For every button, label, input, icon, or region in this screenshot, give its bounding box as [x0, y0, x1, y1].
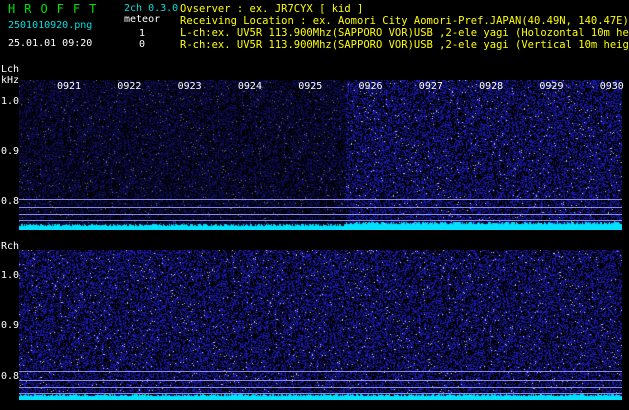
time-tick-0930: 0930 [599, 81, 624, 92]
lch-ref-line-3 [19, 214, 622, 215]
rch-info: R-ch:ex. UV5R 113.900Mhz(SAPPORO VOR)USB… [180, 39, 629, 51]
lch-ytick-0.8: 0.8 [1, 196, 20, 207]
rch-ytick-1.0: 1.0 [1, 270, 20, 281]
meteor-count-lch: 1 [139, 28, 146, 39]
mode-label: 2ch 0.3.0 [124, 3, 179, 14]
filename-label: 2501010920.png [8, 20, 93, 31]
time-tick-0927: 0927 [418, 81, 443, 92]
rch-spectrogram-canvas [19, 250, 622, 400]
time-tick-0929: 0929 [539, 81, 564, 92]
location-info: Receiving Location : ex. Aomori City Aom… [180, 15, 629, 27]
lch-channel-label: Lch [1, 64, 20, 75]
time-tick-0925: 0925 [298, 81, 323, 92]
observer-info: Ovserver : ex. JR7CYX [ kid ] [180, 3, 364, 15]
meteor-count-rch: 0 [139, 39, 146, 50]
rch-spectrogram [19, 250, 622, 400]
rch-ytick-0.8: 0.8 [1, 371, 20, 382]
time-tick-0921: 0921 [57, 81, 82, 92]
lch-ytick-1.0: 1.0 [1, 96, 20, 107]
rch-channel-label: Rch [1, 241, 20, 252]
lch-info: L-ch:ex. UV5R 113.900Mhz(SAPPORO VOR)USB… [180, 27, 629, 39]
rch-ref-line-1 [19, 371, 622, 372]
lch-ytick-0.9: 0.9 [1, 146, 20, 157]
app-logo: HROFFT [8, 2, 106, 16]
time-tick-0926: 0926 [358, 81, 383, 92]
rch-ref-line-2 [19, 380, 622, 381]
lch-ref-line-2 [19, 207, 622, 208]
lch-unit-label: kHz [1, 75, 20, 86]
datetime-label: 25.01.01 09:20 [8, 38, 93, 49]
meteor-label: meteor [124, 14, 161, 25]
time-tick-0922: 0922 [117, 81, 142, 92]
time-tick-0924: 0924 [237, 81, 262, 92]
lch-ref-line-4 [19, 220, 622, 221]
time-tick-0923: 0923 [177, 81, 202, 92]
rch-ref-line-3 [19, 387, 622, 388]
rch-ref-line-4 [19, 393, 622, 394]
rch-ytick-0.9: 0.9 [1, 320, 20, 331]
lch-ref-line-1 [19, 199, 622, 200]
time-tick-0928: 0928 [479, 81, 504, 92]
